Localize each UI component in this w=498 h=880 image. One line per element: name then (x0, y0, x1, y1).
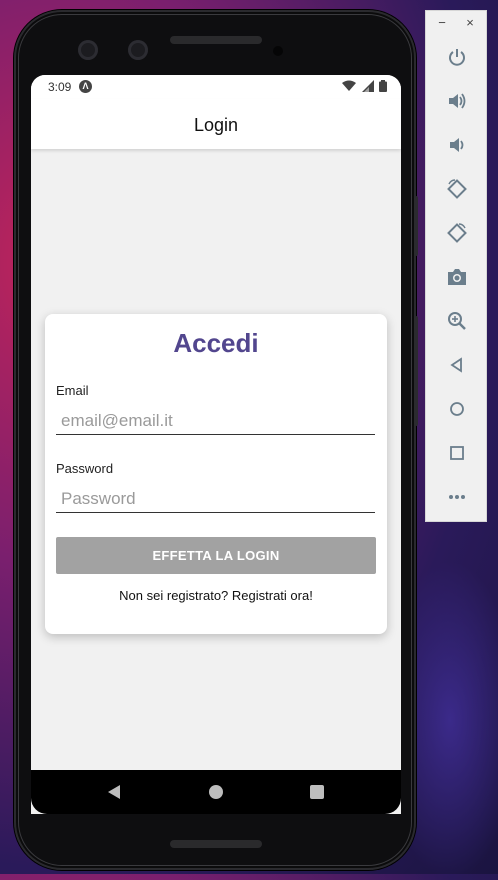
phone-screen: 3:09 Λ Login Accedi Email Password EFFET… (31, 75, 401, 814)
page-title: Login (193, 115, 239, 135)
home-icon[interactable] (206, 782, 226, 802)
back-icon[interactable] (105, 782, 125, 802)
emulator-toolbar: − × (425, 10, 487, 522)
proximity-sensor (273, 46, 283, 56)
front-camera-icon (78, 40, 98, 60)
phone-side-button (414, 196, 418, 256)
register-link[interactable]: Non sei registrato? Registrati ora! (45, 588, 387, 603)
recents-icon[interactable] (307, 782, 327, 802)
volume-down-icon[interactable] (445, 133, 469, 157)
wifi-icon (342, 80, 357, 91)
front-sensor-icon (128, 40, 148, 60)
back-icon[interactable] (445, 353, 469, 377)
more-icon[interactable] (445, 485, 469, 509)
home-icon[interactable] (445, 397, 469, 421)
battery-icon (379, 80, 387, 92)
rotate-right-icon[interactable] (445, 221, 469, 245)
expo-icon: Λ (79, 80, 92, 93)
password-label: Password (56, 461, 114, 476)
status-icons (340, 80, 387, 93)
volume-up-icon[interactable] (445, 89, 469, 113)
navigation-bar (31, 770, 401, 814)
signal-icon (361, 80, 374, 92)
earpiece-speaker (170, 36, 262, 44)
login-button[interactable]: EFFETTA LA LOGIN (56, 537, 376, 574)
app-header: Login (31, 99, 401, 149)
password-field[interactable] (56, 485, 375, 513)
minimize-button[interactable]: − (435, 15, 449, 30)
bottom-speaker (170, 840, 262, 848)
camera-icon[interactable] (445, 265, 469, 289)
status-time: 3:09 (48, 80, 72, 94)
login-card: Accedi Email Password EFFETTA LA LOGIN N… (45, 314, 387, 634)
close-button[interactable]: × (463, 15, 477, 30)
rotate-left-icon[interactable] (445, 177, 469, 201)
email-label: Email (56, 383, 89, 398)
email-field[interactable] (56, 407, 375, 435)
power-icon[interactable] (445, 45, 469, 69)
zoom-icon[interactable] (445, 309, 469, 333)
overview-icon[interactable] (445, 441, 469, 465)
phone-volume-button (414, 316, 418, 426)
status-bar: 3:09 Λ (31, 75, 401, 99)
card-title: Accedi (173, 328, 259, 358)
